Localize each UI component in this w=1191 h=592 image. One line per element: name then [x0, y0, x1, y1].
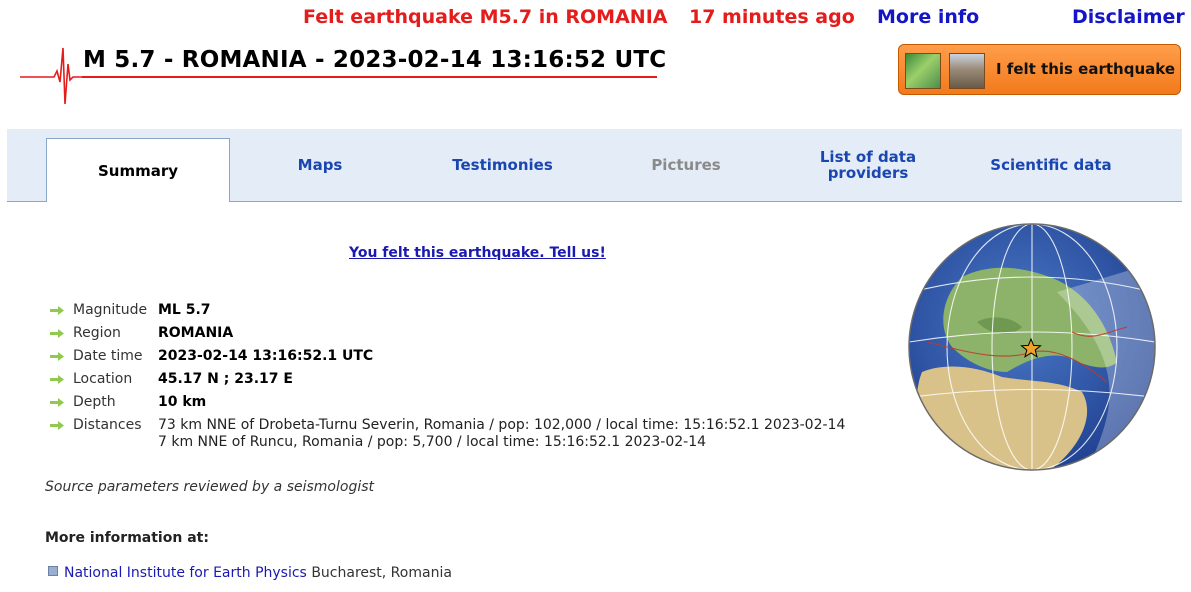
time-ago-text: 17 minutes ago	[689, 6, 855, 28]
tell-us-link[interactable]: You felt this earthquake. Tell us!	[349, 245, 606, 261]
bullet-icon	[48, 566, 58, 576]
globe-map-icon[interactable]	[907, 222, 1157, 472]
more-info-link[interactable]: More info	[877, 6, 979, 28]
arrow-right-icon	[50, 375, 64, 384]
top-alert-bar: Felt earthquake M5.7 in ROMANIA 17 minut…	[0, 6, 1191, 32]
title-underline	[82, 76, 657, 78]
seismogram-logo-icon	[20, 47, 82, 105]
magnitude-label: Magnitude	[73, 302, 148, 318]
distances-values: 73 km NNE of Drobeta-Turnu Severin, Roma…	[158, 417, 845, 451]
region-value: ROMANIA	[158, 325, 234, 341]
source-note: Source parameters reviewed by a seismolo…	[45, 479, 375, 495]
felt-button-label: I felt this earthquake	[996, 60, 1176, 78]
depth-value: 10 km	[158, 394, 207, 410]
datetime-label: Date time	[73, 348, 143, 364]
institution-link[interactable]: National Institute for Earth Physics	[64, 565, 307, 581]
disclaimer-link[interactable]: Disclaimer	[1072, 6, 1185, 28]
tab-data-providers-label: List of data providers	[819, 148, 917, 182]
datetime-value: 2023-02-14 13:16:52.1 UTC	[158, 348, 374, 364]
location-label: Location	[73, 371, 133, 387]
tab-pictures: Pictures	[651, 156, 721, 174]
tab-scientific-data[interactable]: Scientific data	[959, 129, 1143, 201]
page-title: M 5.7 - ROMANIA - 2023-02-14 13:16:52 UT…	[83, 47, 667, 73]
distances-label: Distances	[73, 417, 142, 433]
region-label: Region	[73, 325, 121, 341]
arrow-right-icon	[50, 398, 64, 407]
tab-data-providers[interactable]: List of data providers	[777, 129, 959, 201]
tab-bar: Summary Maps Testimonies Pictures List o…	[7, 129, 1182, 202]
map-thumbnail-icon	[905, 53, 941, 89]
arrow-right-icon	[50, 421, 64, 430]
tab-testimonies[interactable]: Testimonies	[410, 129, 595, 201]
i-felt-this-earthquake-button[interactable]: I felt this earthquake	[898, 44, 1181, 95]
magnitude-value: ML 5.7	[158, 302, 211, 318]
arrow-right-icon	[50, 329, 64, 338]
tab-maps[interactable]: Maps	[230, 129, 410, 201]
institution-location: Bucharest, Romania	[311, 565, 452, 581]
depth-label: Depth	[73, 394, 116, 410]
arrow-right-icon	[50, 352, 64, 361]
tab-summary[interactable]: Summary	[46, 138, 230, 202]
arrow-right-icon	[50, 306, 64, 315]
institution-item: National Institute for Earth Physics Buc…	[48, 565, 452, 581]
felt-alert-text: Felt earthquake M5.7 in ROMANIA	[303, 6, 668, 28]
distance-line: 7 km NNE of Runcu, Romania / pop: 5,700 …	[158, 434, 707, 450]
damage-photo-thumbnail-icon	[949, 53, 985, 89]
location-value: 45.17 N ; 23.17 E	[158, 371, 293, 387]
more-info-heading: More information at:	[45, 530, 209, 546]
distance-line: 73 km NNE of Drobeta-Turnu Severin, Roma…	[158, 417, 846, 433]
